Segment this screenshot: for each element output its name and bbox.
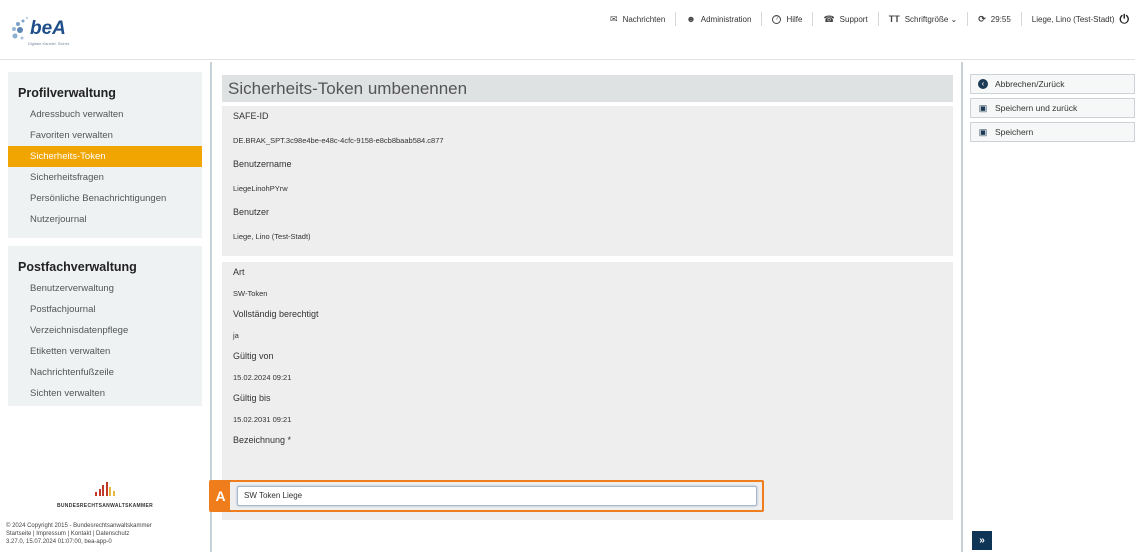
save-and-back-label: Speichern und zurück (995, 103, 1078, 113)
user-label: Benutzer (233, 207, 270, 217)
expand-panel-button[interactable]: » (972, 531, 992, 550)
username-label: Benutzername (233, 159, 292, 169)
brak-logo[interactable]: BUNDESRECHTSANWALTSKAMMER (8, 482, 202, 509)
sidebar-item-benachrichtigungen[interactable]: Persönliche Benachrichtigungen (8, 188, 202, 209)
help-icon: ? (772, 14, 782, 24)
sidebar-item-sichten[interactable]: Sichten verwalten (8, 383, 202, 404)
save-disk-icon: ▣ (978, 102, 988, 113)
bea-logo[interactable]: beA Digitale Kanzlei. Sicher. (8, 14, 88, 48)
footer: © 2024 Copyright 2015 - Bundesrechtsanwa… (6, 522, 152, 546)
sidebar-item-etiketten[interactable]: Etiketten verwalten (8, 341, 202, 362)
save-button[interactable]: ▣ Speichern (970, 122, 1135, 142)
sidebar-item-fusszeile[interactable]: Nachrichtenfußzeile (8, 362, 202, 383)
postfach-section: Postfachverwaltung Benutzerverwaltung Po… (8, 246, 202, 406)
art-label: Art (233, 267, 245, 277)
username-value: LiegeLinohPYrw (233, 184, 288, 193)
nav-label: Hilfe (786, 14, 803, 24)
cancel-back-button[interactable]: ‹ Abbrechen/Zurück (970, 74, 1135, 94)
sidebar-item-adressbuch[interactable]: Adressbuch verwalten (8, 104, 202, 125)
profile-section-title: Profilverwaltung (18, 86, 116, 100)
token-name-field-wrapper (237, 485, 757, 506)
page-title: Sicherheits-Token umbenennen (222, 75, 953, 102)
sidebar-item-sicherheitsfragen[interactable]: Sicherheitsfragen (8, 167, 202, 188)
right-divider (961, 62, 963, 552)
nav-font-size[interactable]: TT Schriftgröße ⌄ (877, 12, 968, 26)
left-sidebar: Profilverwaltung Adressbuch verwalten Fa… (8, 72, 202, 552)
profile-section: Profilverwaltung Adressbuch verwalten Fa… (8, 72, 202, 238)
nav-label: Schriftgröße ⌄ (904, 14, 958, 24)
valid-from-value: 15.02.2024 09:21 (233, 373, 292, 382)
user-menu[interactable]: Liege, Lino (Test-Stadt) ⏻ (1020, 12, 1130, 27)
top-navigation: ✉ Nachrichten ☻ Administration ? Hilfe ☎… (600, 11, 1129, 27)
valid-to-label: Gültig bis (233, 393, 271, 403)
full-access-label: Vollständig berechtigt (233, 309, 319, 319)
token-name-input[interactable] (237, 485, 757, 506)
sidebar-item-benutzerverwaltung[interactable]: Benutzerverwaltung (8, 278, 202, 299)
nav-administration[interactable]: ☻ Administration (675, 12, 761, 26)
font-size-icon: TT (888, 14, 900, 24)
logo-text: beA (30, 18, 66, 39)
footer-copyright: © 2024 Copyright 2015 - Bundesrechtsanwa… (6, 523, 152, 529)
nav-hilfe[interactable]: ? Hilfe (761, 12, 812, 26)
art-value: SW-Token (233, 289, 268, 298)
nav-label: Administration (700, 14, 752, 24)
app-header: beA Digitale Kanzlei. Sicher. ✉ Nachrich… (0, 0, 1135, 60)
left-divider (210, 62, 212, 552)
safe-id-value: DE.BRAK_SPT.3c98e4be-e48c-4cfc-9158-e8cb… (233, 136, 444, 145)
nav-support[interactable]: ☎ Support (812, 12, 877, 26)
logo-tagline: Digitale Kanzlei. Sicher. (28, 41, 71, 46)
support-icon: ☎ (823, 13, 835, 24)
power-icon[interactable]: ⏻ (1120, 12, 1130, 27)
save-label: Speichern (995, 127, 1034, 137)
arrow-left-circle-icon: ‹ (978, 79, 988, 89)
refresh-icon: ⟳ (978, 13, 986, 24)
session-timer[interactable]: ⟳ 29:55 (967, 12, 1021, 26)
sidebar-item-verzeichnisdatenpflege[interactable]: Verzeichnisdatenpflege (8, 320, 202, 341)
footer-links[interactable]: Startseite | Impressum | Kontakt | Daten… (6, 530, 152, 538)
envelope-icon: ✉ (610, 13, 618, 24)
action-sidebar: ‹ Abbrechen/Zurück ▣ Speichern und zurüc… (970, 74, 1135, 146)
brak-bars-icon (95, 482, 115, 496)
name-label: Bezeichnung * (233, 435, 292, 445)
sidebar-item-postfachjournal[interactable]: Postfachjournal (8, 299, 202, 320)
brak-name: BUNDESRECHTSANWALTSKAMMER (56, 503, 153, 509)
session-time: 29:55 (990, 14, 1011, 24)
valid-to-value: 15.02.2031 09:21 (233, 415, 292, 424)
main-content: Sicherheits-Token umbenennen SAFE-ID DE.… (222, 75, 953, 520)
sidebar-item-sicherheits-token[interactable]: Sicherheits-Token (8, 146, 202, 167)
postfach-section-title: Postfachverwaltung (18, 260, 137, 274)
save-and-back-button[interactable]: ▣ Speichern und zurück (970, 98, 1135, 118)
nav-label: Nachrichten (622, 14, 666, 24)
admin-users-icon: ☻ (686, 14, 696, 24)
full-access-value: ja (233, 331, 239, 340)
user-name: Liege, Lino (Test-Stadt) (1031, 14, 1115, 24)
bea-logo-icon (12, 17, 28, 40)
footer-version: 3.27.0, 15.07.2024 01:07:00, bea-app-0 (6, 539, 112, 545)
save-disk-icon: ▣ (978, 126, 988, 137)
valid-from-label: Gültig von (233, 351, 274, 361)
cancel-back-label: Abbrechen/Zurück (995, 79, 1065, 89)
user-value: Liege, Lino (Test-Stadt) (233, 232, 311, 241)
nav-label: Support (839, 14, 868, 24)
annotation-marker: A (211, 482, 230, 510)
sidebar-item-nutzerjournal[interactable]: Nutzerjournal (8, 209, 202, 230)
nav-nachrichten[interactable]: ✉ Nachrichten (600, 12, 675, 26)
sidebar-item-favoriten[interactable]: Favoriten verwalten (8, 125, 202, 146)
identity-panel: SAFE-ID DE.BRAK_SPT.3c98e4be-e48c-4cfc-9… (222, 106, 953, 256)
safe-id-label: SAFE-ID (233, 111, 269, 121)
